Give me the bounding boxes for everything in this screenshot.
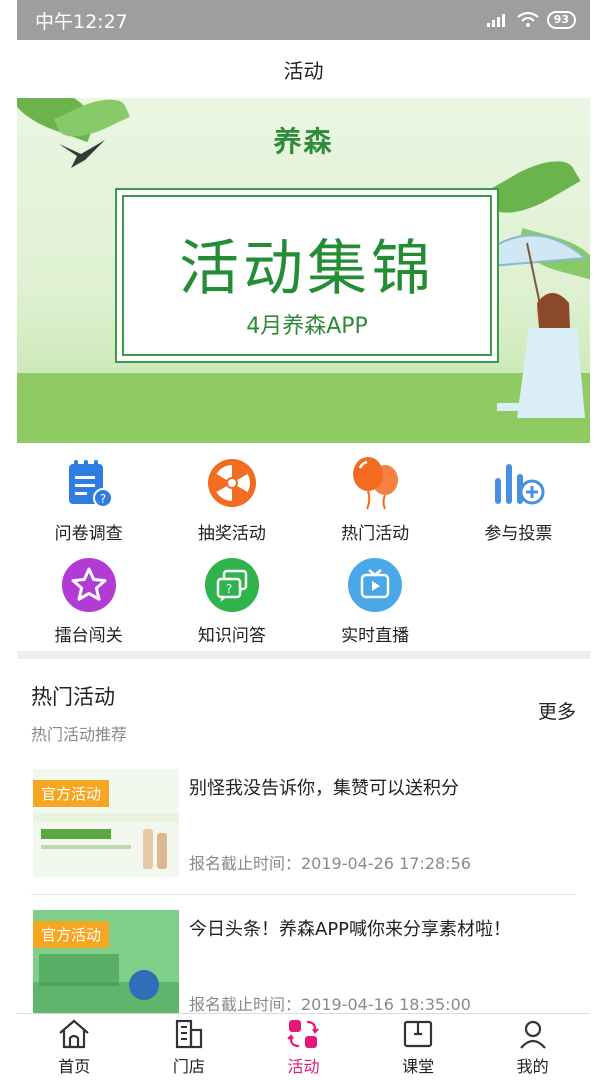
classroom-icon bbox=[400, 1017, 436, 1051]
action-live[interactable]: 实时直播 bbox=[304, 557, 447, 659]
action-vote[interactable]: 参与投票 bbox=[447, 455, 590, 557]
tab-profile[interactable]: 我的 bbox=[475, 1014, 590, 1080]
banner-headline: 活动集锦 bbox=[179, 234, 435, 304]
action-hot[interactable]: 热门活动 bbox=[304, 455, 447, 557]
svg-text:?: ? bbox=[99, 492, 105, 506]
activity-icon bbox=[285, 1017, 321, 1051]
tab-store[interactable]: 门店 bbox=[132, 1014, 247, 1080]
action-survey[interactable]: ? 问卷调查 bbox=[17, 455, 160, 557]
brand-logo: 养森 bbox=[273, 125, 334, 158]
activity-deadline: 报名截止时间：2019-04-26 17:28:56 bbox=[189, 854, 471, 873]
activity-item[interactable]: 官方活动 别怪我没告诉你，集赞可以送积分 报名截止时间：2019-04-26 1… bbox=[31, 754, 576, 895]
status-bar: 中午12:27 93 bbox=[17, 0, 590, 40]
signal-icon bbox=[486, 14, 505, 27]
activity-title: 别怪我没告诉你，集赞可以送积分 bbox=[189, 778, 459, 799]
wifi-icon bbox=[517, 12, 539, 27]
home-icon bbox=[56, 1017, 92, 1051]
hot-subheading: 热门活动推荐 bbox=[31, 725, 128, 744]
banner-subline: 4月养森APP bbox=[246, 314, 368, 339]
hot-heading: 热门活动 bbox=[31, 685, 115, 709]
official-tag: 官方活动 bbox=[33, 921, 110, 948]
quick-action-grid: ? 问卷调查 抽奖活动 热门活动 参与投票 擂台闯关 ? 知识问答 实时直播 bbox=[17, 443, 590, 659]
hot-section-header: 热门活动 热门活动推荐 更多 bbox=[17, 659, 590, 754]
live-tv-icon bbox=[347, 557, 403, 613]
page-title: 活动 bbox=[283, 58, 324, 83]
bottom-tab-bar: 首页 门店 活动 课堂 我的 bbox=[17, 1013, 590, 1080]
balloons-icon bbox=[347, 455, 403, 511]
svg-text:?: ? bbox=[226, 582, 232, 596]
store-icon bbox=[171, 1017, 207, 1051]
activity-title: 今日头条！养森APP喊你来分享素材啦！ bbox=[189, 919, 512, 940]
qa-icon: ? bbox=[204, 557, 260, 613]
vote-icon bbox=[490, 455, 546, 511]
action-lottery[interactable]: 抽奖活动 bbox=[160, 455, 303, 557]
tab-activity[interactable]: 活动 bbox=[246, 1014, 361, 1080]
official-tag: 官方活动 bbox=[33, 780, 110, 807]
activity-deadline: 报名截止时间：2019-04-16 18:35:00 bbox=[189, 995, 471, 1014]
action-qa[interactable]: ? 知识问答 bbox=[160, 557, 303, 659]
tab-classroom[interactable]: 课堂 bbox=[361, 1014, 476, 1080]
app-screen: 中午12:27 93 活动 养森 活动集锦 4月养森APP ? 问卷调查 抽奖活… bbox=[17, 0, 590, 1080]
activity-banner[interactable]: 养森 活动集锦 4月养森APP bbox=[17, 98, 590, 443]
profile-icon bbox=[515, 1017, 551, 1051]
action-challenge[interactable]: 擂台闯关 bbox=[17, 557, 160, 659]
tab-home[interactable]: 首页 bbox=[17, 1014, 132, 1080]
star-challenge-icon bbox=[61, 557, 117, 613]
battery-level: 93 bbox=[546, 11, 576, 29]
banner-title-box: 活动集锦 4月养森APP bbox=[115, 188, 499, 363]
survey-icon: ? bbox=[61, 455, 117, 511]
lottery-wheel-icon bbox=[204, 455, 260, 511]
activity-thumbnail: 官方活动 bbox=[33, 769, 179, 877]
more-link[interactable]: 更多 bbox=[538, 697, 576, 724]
activity-thumbnail: 官方活动 bbox=[33, 910, 179, 1018]
status-time: 中午12:27 bbox=[35, 10, 128, 33]
